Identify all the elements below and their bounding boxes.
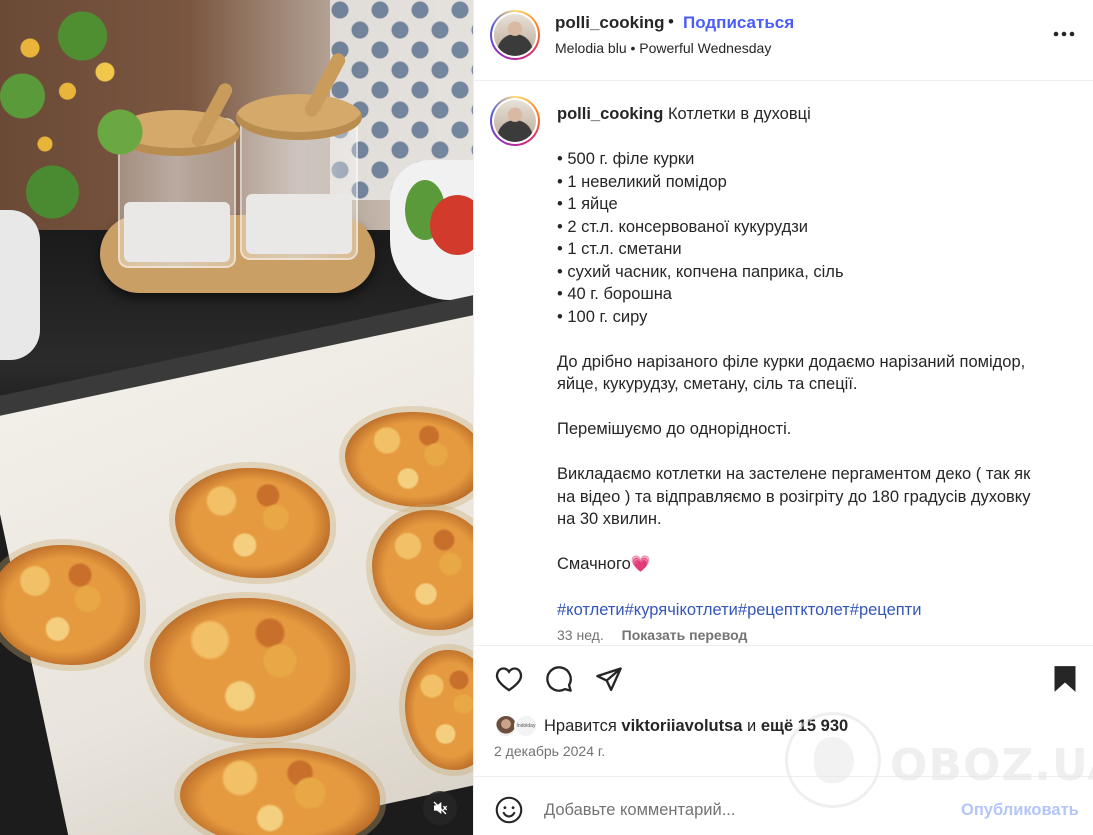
hashtag-link[interactable]: #курячікотлети <box>625 601 738 619</box>
caption-age: 33 нед. <box>557 627 604 643</box>
hashtag-link[interactable]: #котлети <box>557 601 625 619</box>
ingredient-item: • 500 г. філе курки <box>557 150 695 168</box>
ingredient-item: • 1 невеликий помідор <box>557 172 727 191</box>
recipe-step-1-line: До дрібно нарізаного філе курки додаємо … <box>557 352 1026 371</box>
recipe-step-3-line: Викладаємо котлетки на застелене пергаме… <box>557 465 1031 483</box>
audio-track-link[interactable]: Melodia blu • Powerful Wednesday <box>555 40 771 56</box>
post-header: polli_cooking • Подписаться Melodia blu … <box>474 0 1093 81</box>
liker-avatar: Indolday <box>514 714 538 738</box>
caption-author-avatar[interactable] <box>490 96 540 146</box>
more-horizontal-icon[interactable] <box>1052 22 1076 46</box>
likes-count[interactable]: ещё 15 930 <box>761 717 848 735</box>
recipe-step-3-line: на 30 хвилин. <box>557 510 662 528</box>
media-plant <box>0 0 150 240</box>
media-cutlet <box>0 545 140 665</box>
post-side-panel: polli_cooking • Подписаться Melodia blu … <box>473 0 1093 835</box>
caption-section: polli_cooking Котлетки в духовці • 500 г… <box>474 81 1093 645</box>
liker-avatars: Indolday <box>494 714 540 738</box>
comment-input[interactable] <box>544 797 934 823</box>
caption-title: Котлетки в духовці <box>667 105 811 123</box>
ingredient-item: • сухий часник, копчена паприка, сіль <box>557 262 844 281</box>
ingredient-item: • 2 ст.л. консервованої кукурудзи <box>557 217 808 236</box>
post-actions-bar <box>474 645 1093 715</box>
likes-and: и <box>747 716 757 735</box>
publish-comment-button[interactable]: Опубликовать <box>961 801 1079 820</box>
media-plant-pot <box>0 210 40 360</box>
likes-summary[interactable]: Indolday Нравится viktoriiavolutsa и ещё… <box>494 713 848 739</box>
paper-plane-icon[interactable] <box>594 664 624 694</box>
hashtag-link[interactable]: #рецепти <box>850 601 922 619</box>
caption-username[interactable]: polli_cooking <box>557 105 663 123</box>
post-media[interactable] <box>0 0 473 835</box>
recipe-step-2: Перемішуємо до однорідності. <box>557 420 792 438</box>
heart-icon[interactable] <box>494 664 524 694</box>
hashtag-link[interactable]: #рецептктолет <box>738 601 850 619</box>
caption-meta: 33 нед. Показать перевод <box>557 627 747 643</box>
caption-closing: Смачного <box>557 555 631 573</box>
ingredient-item: • 1 яйце <box>557 195 618 213</box>
author-avatar[interactable] <box>490 10 540 60</box>
comment-bubble-icon[interactable] <box>544 664 574 694</box>
ingredient-item: • 1 ст.л. сметани <box>557 240 682 258</box>
hashtag-list: #котлети#курячікотлети#рецептктолет#реце… <box>557 599 1077 622</box>
liker-username[interactable]: viktoriiavolutsa <box>621 717 742 735</box>
heart-emoji-icon: 💗 <box>630 556 651 573</box>
smiley-icon[interactable] <box>494 795 524 825</box>
follow-button[interactable]: Подписаться <box>683 13 794 33</box>
show-translation-button[interactable]: Показать перевод <box>622 627 748 643</box>
caption-text: polli_cooking Котлетки в духовці • 500 г… <box>557 103 1077 622</box>
ingredient-item: • 100 г. сиру <box>557 307 648 326</box>
recipe-step-3-line: на відео ) та відправляємо в розігріту д… <box>557 487 1031 506</box>
author-username[interactable]: polli_cooking <box>555 13 665 33</box>
ingredient-item: • 40 г. борошна <box>557 285 672 303</box>
bookmark-filled-icon[interactable] <box>1050 664 1080 694</box>
speaker-muted-icon[interactable] <box>423 791 457 825</box>
likes-prefix: Нравится <box>544 716 617 735</box>
comment-bar: Опубликовать <box>474 776 1093 835</box>
recipe-step-1-line: яйце, кукурудзу, сметану, сіль та спеції… <box>557 375 858 393</box>
header-separator: • <box>668 12 674 31</box>
media-jar-lid-right <box>236 94 362 140</box>
post-date[interactable]: 2 декабрь 2024 г. <box>494 743 605 759</box>
